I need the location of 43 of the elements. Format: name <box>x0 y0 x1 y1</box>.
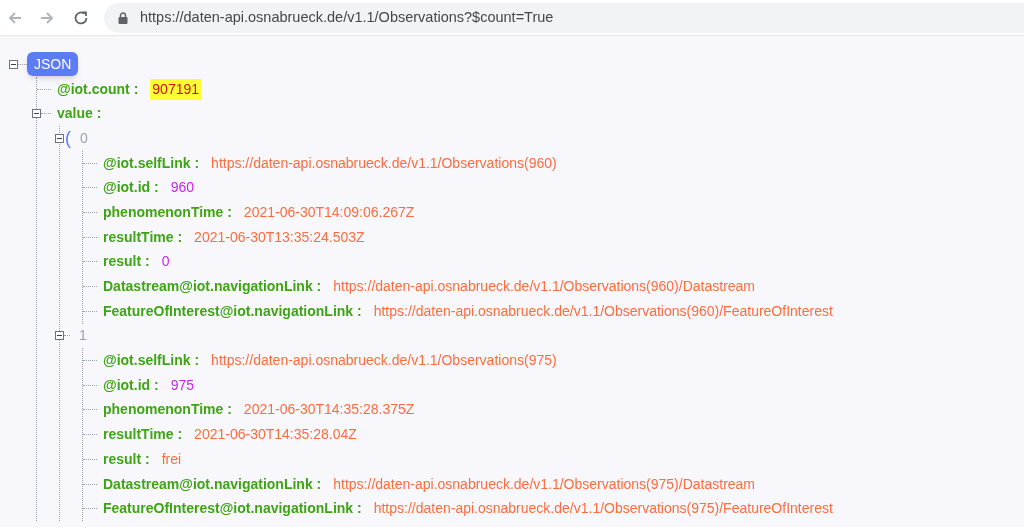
json-value: https://daten-api.osnabrueck.de/v1.1/Observations(960) <box>211 153 557 173</box>
lock-icon <box>118 11 128 24</box>
json-key: Datastream@iot.navigationLink : <box>103 276 322 298</box>
json-value: 2021-06-30T14:35:28.04Z <box>194 425 357 445</box>
json-key: @iot.id : <box>103 177 159 199</box>
json-value: frei <box>161 449 182 469</box>
json-key: resultTime : <box>103 226 183 248</box>
collapse-toggle[interactable] <box>55 331 64 341</box>
json-value: https://daten-api.osnabrueck.de/v1.1/Observations(975) <box>211 351 557 371</box>
collapse-toggle[interactable] <box>9 59 18 69</box>
json-value: 975 <box>170 375 194 395</box>
json-key: @iot.id : <box>103 374 159 396</box>
collapse-toggle[interactable] <box>32 109 41 119</box>
collapse-toggle[interactable] <box>55 133 64 143</box>
json-value: https://daten-api.osnabrueck.de/v1.1/Observations(960)/Datastream <box>333 277 756 297</box>
json-key: result : <box>103 251 150 273</box>
json-key: FeatureOfInterest@iot.navigationLink : <box>103 300 362 322</box>
bracket: ( <box>65 129 71 148</box>
json-key: FeatureOfInterest@iot.navigationLink : <box>103 498 362 520</box>
item-index: 0 <box>80 128 88 148</box>
json-root-badge[interactable]: JSON <box>27 52 79 77</box>
item-index: 1 <box>79 326 87 346</box>
json-key: resultTime : <box>103 424 183 446</box>
json-value: 2021-06-30T14:35:28.375Z <box>243 400 415 420</box>
json-key: value : <box>57 103 102 125</box>
url-text: https://daten-api.osnabrueck.de/v1.1/Observations?$count=True <box>140 7 554 27</box>
json-value: https://daten-api.osnabrueck.de/v1.1/Observations(975)/Datastream <box>333 474 756 494</box>
json-value: https://daten-api.osnabrueck.de/v1.1/Observations(960)/FeatureOfInterest <box>373 301 833 321</box>
json-value: https://daten-api.osnabrueck.de/v1.1/Observations(975)/FeatureOfInterest <box>373 499 833 519</box>
json-key: @iot.count : <box>57 78 139 100</box>
json-key: @iot.selfLink : <box>103 350 200 372</box>
address-bar[interactable]: https://daten-api.osnabrueck.de/v1.1/Observations?$count=True <box>104 2 1024 33</box>
json-key: result : <box>103 448 150 470</box>
json-value: 2021-06-30T14:09:06.267Z <box>243 202 415 222</box>
reload-icon[interactable] <box>73 9 89 26</box>
json-key: phenomenonTime : <box>103 201 232 223</box>
json-key: phenomenonTime : <box>103 399 232 421</box>
json-key: Datastream@iot.navigationLink : <box>103 473 322 495</box>
json-value: 960 <box>170 178 194 198</box>
json-value: 0 <box>161 252 170 272</box>
json-key: @iot.selfLink : <box>103 152 200 174</box>
json-value: 907191 <box>150 78 202 100</box>
json-value: 2021-06-30T13:35:24.503Z <box>194 227 365 247</box>
